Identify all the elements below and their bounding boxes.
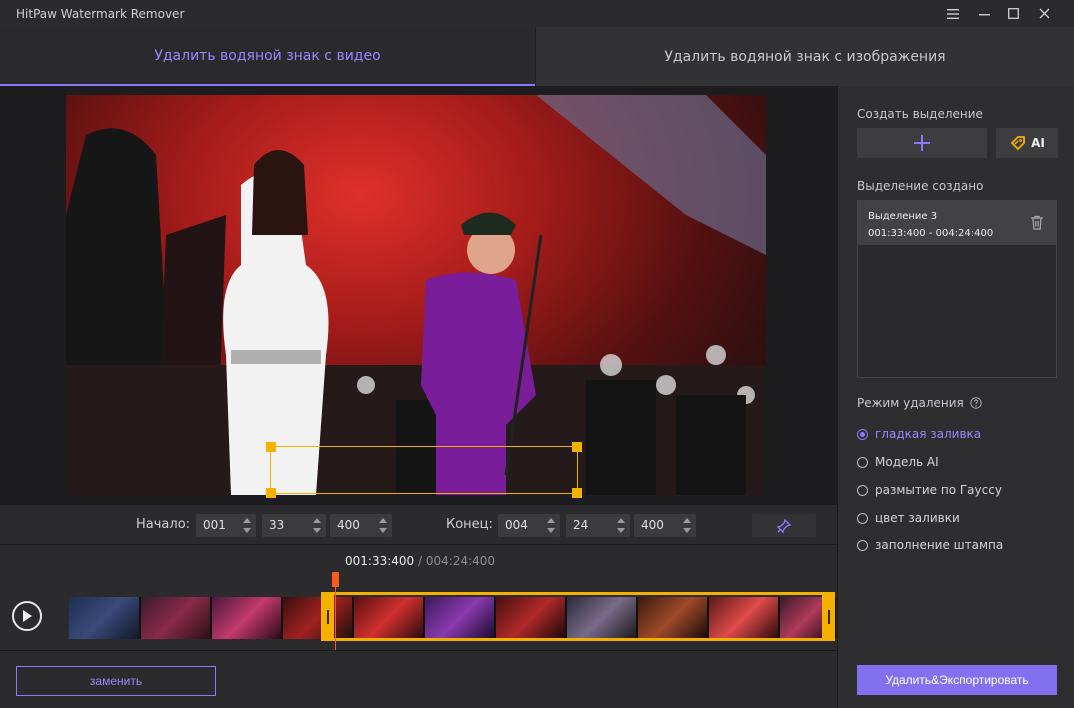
ai-tag-icon — [1010, 136, 1026, 151]
selection-list: Выделение 3 001:33:400 - 004:24:400 — [857, 200, 1057, 378]
selection-time-range: 001:33:400 - 004:24:400 — [868, 228, 994, 239]
radio[interactable] — [857, 512, 868, 524]
resize-handle-top-right[interactable] — [572, 442, 582, 452]
play-button[interactable] — [12, 601, 42, 631]
removal-mode-label: Режим удаления — [857, 396, 964, 410]
radio-selected[interactable] — [857, 428, 868, 440]
pin-button[interactable] — [752, 514, 816, 537]
start-hours-stepper[interactable]: 001 — [196, 514, 256, 537]
trash-icon[interactable] — [1030, 215, 1044, 230]
remove-export-button[interactable]: Удалить&Экспортировать — [857, 665, 1057, 695]
end-label: Конец: — [446, 517, 493, 532]
mode-gaussian-blur[interactable]: размытие по Гауссу — [857, 483, 1002, 497]
maximize-button[interactable] — [998, 0, 1028, 27]
time-readout: 001:33:400 / 004:24:400 — [345, 554, 495, 568]
mode-smooth-fill[interactable]: гладкая заливка — [857, 427, 981, 441]
play-icon — [23, 610, 32, 622]
add-selection-button[interactable] — [857, 128, 987, 158]
filmstrip-frame — [141, 597, 212, 639]
mode-color-fill[interactable]: цвет заливки — [857, 511, 960, 525]
playhead-handle[interactable] — [332, 572, 339, 587]
create-selection-title: Создать выделение — [857, 107, 983, 121]
range-start-handle[interactable] — [321, 592, 334, 641]
timeline-selection-range[interactable] — [321, 592, 835, 641]
created-selection-title: Выделение создано — [857, 179, 984, 193]
ai-label: AI — [1031, 136, 1045, 150]
radio[interactable] — [857, 484, 868, 496]
resize-handle-bottom-left[interactable] — [266, 488, 276, 498]
pin-icon — [776, 518, 792, 533]
radio[interactable] — [857, 456, 868, 468]
time-separator: / — [418, 554, 423, 568]
radio[interactable] — [857, 539, 868, 551]
start-label: Начало: — [136, 517, 191, 532]
selection-item[interactable]: Выделение 3 001:33:400 - 004:24:400 — [858, 201, 1056, 245]
current-time: 001:33:400 — [345, 554, 415, 568]
removal-mode-title: Режим удаления — [857, 396, 982, 410]
timeline: 001:33:400 / 004:24:400 — [0, 546, 837, 650]
end-minutes-stepper[interactable]: 24 — [566, 514, 630, 537]
close-icon — [1039, 8, 1049, 19]
bottom-bar: заменить — [0, 650, 837, 708]
close-button[interactable] — [1029, 0, 1059, 27]
playhead-line — [335, 586, 336, 650]
tab-image[interactable]: Удалить водяной знак с изображения — [535, 27, 1074, 86]
minimize-icon — [978, 13, 990, 15]
video-scene — [66, 95, 766, 495]
end-hours-stepper[interactable]: 004 — [498, 514, 560, 537]
tab-video[interactable]: Удалить водяной знак с видео — [0, 27, 535, 86]
resize-handle-bottom-right[interactable] — [572, 488, 582, 498]
resize-handle-top-left[interactable] — [266, 442, 276, 452]
menu-button[interactable] — [938, 0, 968, 27]
filmstrip-frame — [212, 597, 283, 639]
selection-name: Выделение 3 — [868, 211, 938, 222]
filmstrip-frame — [69, 597, 141, 639]
hamburger-icon — [947, 8, 959, 19]
range-end-handle[interactable] — [822, 592, 835, 641]
replace-button[interactable]: заменить — [16, 666, 216, 696]
start-minutes-stepper[interactable]: 33 — [262, 514, 326, 537]
mode-ai-model[interactable]: Модель AI — [857, 455, 939, 469]
plus-icon — [914, 135, 930, 151]
side-panel: Создать выделение AI Выделение создано В… — [837, 86, 1074, 708]
mode-stamp-fill[interactable]: заполнение штампа — [857, 538, 1003, 552]
minimize-button[interactable] — [969, 0, 999, 27]
total-time: 004:24:400 — [425, 554, 496, 568]
maximize-icon — [1007, 8, 1019, 19]
app-title: HitPaw Watermark Remover — [16, 6, 185, 21]
title-bar: HitPaw Watermark Remover — [0, 0, 1074, 27]
ai-detect-button[interactable]: AI — [996, 128, 1058, 158]
video-frame — [66, 95, 766, 495]
end-ms-stepper[interactable]: 400 — [634, 514, 696, 537]
mode-tabs: Удалить водяной знак с видео Удалить вод… — [0, 27, 1074, 86]
watermark-selection-box[interactable] — [266, 442, 582, 498]
start-ms-stepper[interactable]: 400 — [330, 514, 392, 537]
help-icon[interactable] — [970, 397, 982, 409]
range-controls: Начало: 001 33 400 Конец: 004 24 400 — [0, 504, 837, 545]
